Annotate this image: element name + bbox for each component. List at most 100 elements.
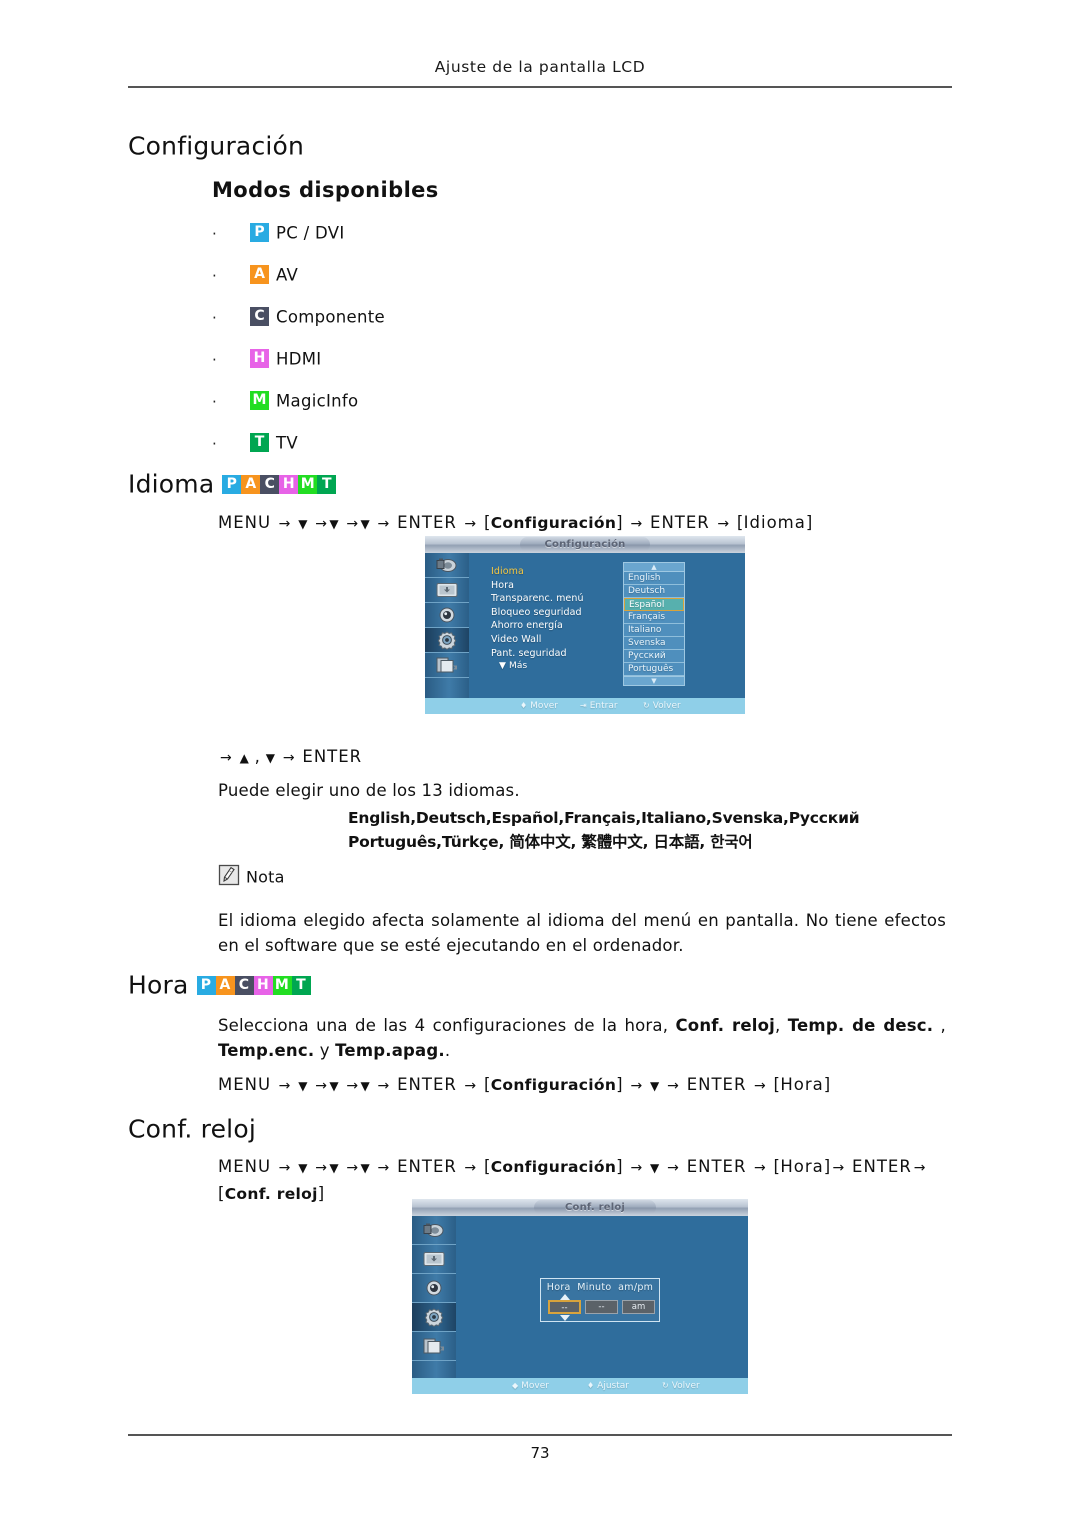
osd-language-option[interactable]: Français bbox=[624, 611, 684, 624]
idioma-badge-row: PACHMT bbox=[222, 470, 337, 499]
osd2-sidebar-item-screen[interactable] bbox=[412, 1245, 456, 1274]
osd-sidebar-item-sound[interactable] bbox=[425, 603, 469, 628]
idioma-heading: Idioma P A C H M T bbox=[128, 468, 337, 499]
osd-language-option[interactable]: Português bbox=[624, 663, 684, 676]
osd2-footer-back: ↻ Volver bbox=[662, 1381, 700, 1391]
osd2-sidebar-item-input[interactable] bbox=[412, 1332, 456, 1361]
osd1-menu-items: Idioma Hora Transparenc. menú Bloqueo segur… bbox=[491, 565, 584, 674]
osd2-sidebar-item-sound[interactable] bbox=[412, 1274, 456, 1303]
hora-nav-enter-1: ENTER bbox=[397, 1075, 457, 1094]
clock-hour-field[interactable]: -- bbox=[548, 1300, 581, 1314]
osd-language-option[interactable]: Deutsch bbox=[624, 585, 684, 598]
idioma-badge-h-icon: H bbox=[279, 475, 299, 494]
osd-language-option[interactable]: Русский bbox=[624, 650, 684, 663]
osd2-body: Hora Minuto am/pm -- -- am ◆ Mover ♦ Ajust… bbox=[412, 1216, 748, 1394]
conf-reloj-heading: Conf. reloj bbox=[128, 1113, 256, 1144]
osd-menu-item[interactable]: Bloqueo seguridad bbox=[491, 606, 584, 620]
note-pencil-icon bbox=[218, 864, 240, 886]
osd-sidebar-item-setup[interactable] bbox=[425, 628, 469, 653]
osd-menu-more-label: Más bbox=[508, 661, 528, 672]
clock-labels: Hora Minuto am/pm bbox=[541, 1282, 659, 1293]
idioma-sub-nav-path: → ▲ , ▼ → ENTER bbox=[220, 747, 363, 766]
list-scroll-down-icon[interactable]: ▼ bbox=[624, 676, 684, 685]
mode-item: · M MagicInfo bbox=[212, 380, 385, 422]
footer-rule bbox=[128, 1434, 952, 1436]
mode-item: · A AV bbox=[212, 254, 385, 296]
reloj-nav-hora: Hora bbox=[780, 1157, 824, 1176]
clock-down-caret-icon[interactable] bbox=[560, 1315, 570, 1321]
hora-heading-text: Hora bbox=[128, 970, 189, 1000]
osd2-title: Conf. reloj bbox=[534, 1200, 656, 1215]
bullet-icon: · bbox=[212, 392, 217, 411]
hora-desc-b4: Temp.apag. bbox=[335, 1041, 445, 1060]
nav-target-idioma: Idioma bbox=[743, 513, 806, 532]
mode-badge-p-icon: P bbox=[250, 223, 269, 242]
running-header: Ajuste de la pantalla LCD bbox=[434, 58, 646, 76]
osd-menu-item[interactable]: Hora bbox=[491, 579, 584, 593]
osd1-footer-enter-label: Entrar bbox=[589, 701, 618, 711]
hora-desc-p2: , bbox=[775, 1016, 788, 1035]
hora-badge-m-icon: M bbox=[272, 976, 292, 995]
osd2-sidebar bbox=[412, 1216, 456, 1394]
idioma-badge-c-icon: C bbox=[260, 475, 280, 494]
languages-list: English,Deutsch,Español,Français,Italian… bbox=[348, 806, 860, 854]
osd2-footer-move-label: Mover bbox=[521, 1381, 549, 1391]
osd-menu-item[interactable]: Idioma bbox=[491, 565, 584, 579]
mode-badge-c-icon: C bbox=[250, 307, 269, 326]
clock-setting-box: Hora Minuto am/pm -- -- am bbox=[540, 1278, 660, 1322]
camera-icon bbox=[423, 1223, 444, 1237]
osd1-language-list[interactable]: ▲ English Deutsch Español Français Italiano Sv… bbox=[623, 562, 685, 686]
osd-sidebar-item-image[interactable] bbox=[425, 553, 469, 578]
clock-ampm-field[interactable]: am bbox=[622, 1300, 655, 1314]
camera-icon bbox=[436, 558, 457, 572]
idioma-description: Puede elegir uno de los 13 idiomas. bbox=[218, 781, 520, 800]
hora-desc-p4: y bbox=[314, 1041, 336, 1060]
osd1-footer-move-label: Mover bbox=[530, 701, 559, 711]
osd-menu-item[interactable]: Video Wall bbox=[491, 633, 584, 647]
osd1-footer-move: ♦ Mover bbox=[520, 701, 559, 711]
osd-language-option[interactable]: Svenska bbox=[624, 637, 684, 650]
idioma-badge-t-icon: T bbox=[317, 475, 337, 494]
gear-icon bbox=[424, 1308, 444, 1327]
osd2-sidebar-item-setup[interactable] bbox=[412, 1303, 456, 1332]
nav-enter-3: ENTER bbox=[302, 747, 363, 766]
list-scroll-up-icon[interactable]: ▲ bbox=[624, 563, 684, 572]
osd-screenshot-configuracion: Configuración Idioma Hora Transparenc. m… bbox=[425, 536, 745, 714]
osd-menu-more[interactable]: ▼ Más bbox=[491, 660, 584, 674]
osd-sidebar-item-input[interactable] bbox=[425, 653, 469, 678]
reloj-nav-enter-3: ENTER bbox=[852, 1157, 912, 1176]
hora-badge-t-icon: T bbox=[291, 976, 311, 995]
osd-language-option[interactable]: English bbox=[624, 572, 684, 585]
osd2-sidebar-item-image[interactable] bbox=[412, 1216, 456, 1245]
osd1-footer: ♦ Mover ⇥ Entrar ↻ Volver bbox=[425, 698, 745, 714]
mode-label: TV bbox=[276, 433, 298, 453]
document-page: Ajuste de la pantalla LCD Configuración … bbox=[0, 0, 1080, 1527]
bullet-icon: · bbox=[212, 266, 217, 285]
hora-nav-enter-2: ENTER bbox=[686, 1075, 747, 1094]
clock-minute-field[interactable]: -- bbox=[585, 1300, 618, 1314]
modes-heading: Modos disponibles bbox=[212, 178, 439, 202]
nav-menu-label: MENU bbox=[218, 513, 272, 532]
note-label: Nota bbox=[246, 867, 285, 887]
osd-menu-item[interactable]: Ahorro energía bbox=[491, 619, 584, 633]
bullet-icon: · bbox=[212, 434, 217, 453]
osd2-footer-move: ◆ Mover bbox=[512, 1381, 549, 1391]
osd-menu-item[interactable]: Transparenc. menú bbox=[491, 592, 584, 606]
osd-language-option[interactable]: Español bbox=[624, 598, 684, 611]
mode-label: Componente bbox=[276, 307, 385, 327]
languages-line-1: English,Deutsch,Español,Français,Italian… bbox=[348, 809, 860, 827]
osd-language-option[interactable]: Italiano bbox=[624, 624, 684, 637]
osd-sidebar-item-screen[interactable] bbox=[425, 578, 469, 603]
documents-icon bbox=[423, 1338, 444, 1354]
osd2-footer: ◆ Mover ♦ Ajustar ↻ Volver bbox=[412, 1378, 748, 1394]
osd1-footer-back: ↻ Volver bbox=[643, 701, 681, 711]
screen-icon bbox=[436, 583, 458, 597]
hora-desc-p5: . bbox=[444, 1041, 451, 1060]
header-rule bbox=[128, 86, 952, 88]
idioma-heading-text: Idioma bbox=[128, 469, 215, 499]
conf-reloj-heading-text: Conf. reloj bbox=[128, 1114, 256, 1144]
osd-menu-item[interactable]: Pant. seguridad bbox=[491, 647, 584, 661]
mode-badge-h-icon: H bbox=[250, 349, 269, 368]
hora-heading: Hora P A C H M T bbox=[128, 969, 311, 1000]
mode-item: · C Componente bbox=[212, 296, 385, 338]
